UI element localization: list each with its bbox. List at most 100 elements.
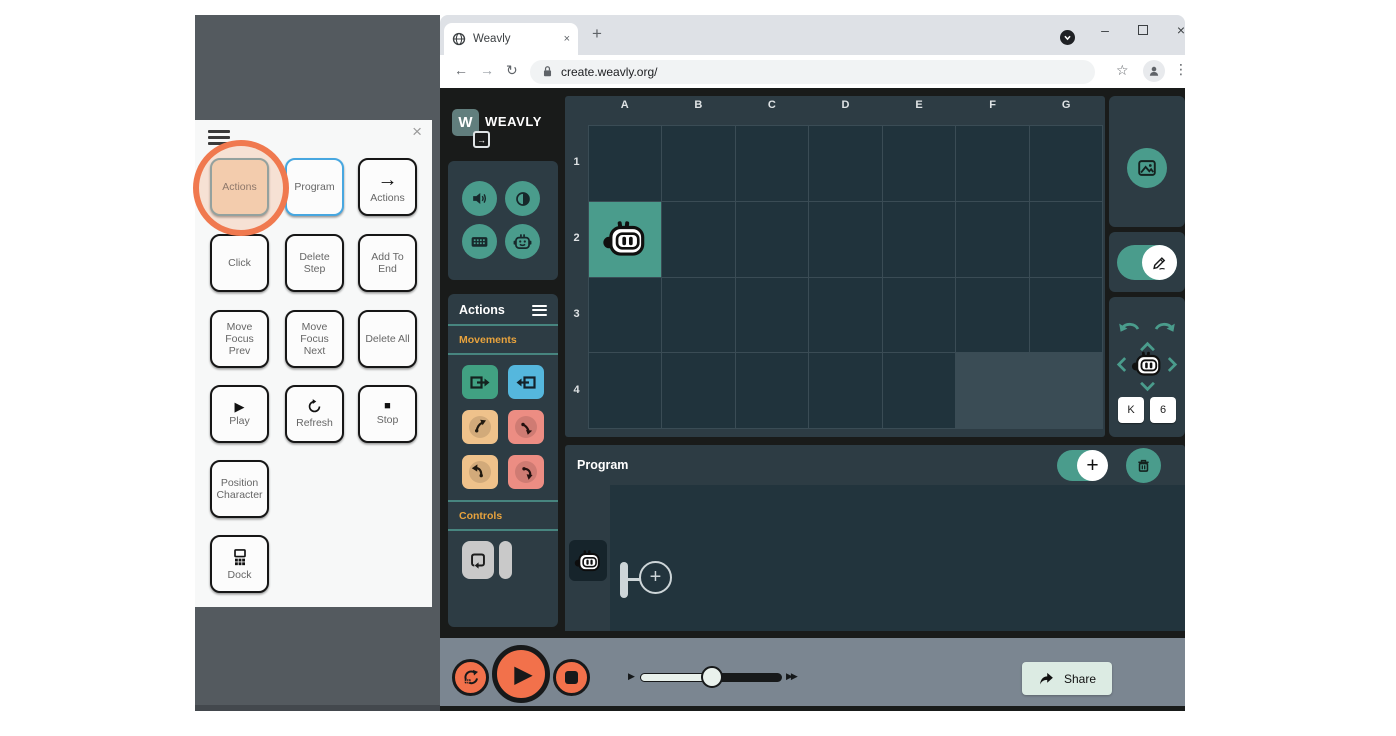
reload-icon[interactable]: ↻ <box>506 62 518 79</box>
column-label-e: E <box>915 99 923 111</box>
move-left-chevron[interactable] <box>1116 356 1127 373</box>
row-label-3: 3 <box>573 308 580 320</box>
turn-left-45-block[interactable] <box>462 410 498 444</box>
grid-cell-character[interactable] <box>589 201 662 277</box>
overlay-delete-step-button[interactable]: Delete Step <box>285 234 344 292</box>
overlay-go-to-actions-label: Actions <box>370 191 405 204</box>
bookmark-star-icon[interactable]: ☆ <box>1116 62 1129 79</box>
forward-block[interactable] <box>462 365 498 399</box>
grid-cell <box>662 126 735 201</box>
turn-left-90-block[interactable] <box>462 455 498 489</box>
new-tab-button[interactable]: + <box>592 24 602 44</box>
grid-column-labels: A B C D E F G <box>588 99 1103 111</box>
draw-path-toggle[interactable] <box>1117 245 1177 280</box>
accessibility-overlay-panel: × Actions Program → Actions Click Delete… <box>195 120 432 607</box>
overlay-delete-step-label: Delete Step <box>299 250 330 275</box>
stop-program-button[interactable] <box>553 659 590 696</box>
overlay-stop-button[interactable]: ■ Stop <box>358 385 417 443</box>
move-right-chevron[interactable] <box>1167 356 1178 373</box>
play-icon: ▶ <box>234 399 245 415</box>
overlay-position-character-button[interactable]: Position Character <box>210 460 269 518</box>
undo-icon[interactable] <box>1117 320 1141 337</box>
backward-arrow-icon <box>516 376 536 389</box>
speed-slider-thumb[interactable] <box>701 666 723 688</box>
redo-icon[interactable] <box>1153 320 1177 337</box>
program-sequence-area: + <box>565 485 1185 631</box>
overlay-refresh-button[interactable]: Refresh <box>285 385 344 443</box>
overlay-actions-button[interactable]: Actions <box>210 158 269 216</box>
actions-palette-panel: Actions Movements Controls <box>448 294 558 627</box>
grid-cell <box>735 277 809 353</box>
program-start-marker <box>620 562 628 598</box>
window-close-button[interactable]: × <box>1164 15 1185 45</box>
loop-block-start[interactable] <box>462 541 494 579</box>
overlay-position-character-label: Position Character <box>216 476 263 501</box>
robot-thumbnail-icon <box>574 549 600 571</box>
turn-right-90-block[interactable] <box>508 455 544 489</box>
character-position-robot-icon <box>1131 350 1163 378</box>
overlay-move-focus-next-button[interactable]: Move Focus Next <box>285 310 344 368</box>
column-label-g: G <box>1061 99 1071 111</box>
overlay-dock-button[interactable]: Dock <box>210 535 269 593</box>
change-scene-button[interactable] <box>1127 148 1167 188</box>
share-icon <box>1040 672 1053 685</box>
browser-window: Weavly × + – × ← → ↻ create.weavly.org/ <box>440 15 1185 711</box>
grid-cell <box>1029 126 1102 201</box>
position-row-input[interactable]: 6 <box>1150 397 1176 423</box>
address-input[interactable]: create.weavly.org/ <box>530 59 1095 84</box>
overlay-go-to-actions-button[interactable]: → Actions <box>358 158 417 216</box>
trash-icon <box>1138 459 1149 472</box>
window-maximize-button[interactable] <box>1126 15 1160 45</box>
overlay-stop-label: Stop <box>376 414 399 427</box>
weavly-logo-text: WEAVLY <box>485 114 543 129</box>
overlay-menu-icon[interactable] <box>208 130 230 145</box>
refresh-scene-button[interactable] <box>452 659 489 696</box>
grid-cell <box>882 353 956 428</box>
overlay-play-button[interactable]: ▶ Play <box>210 385 269 443</box>
character-position-section: K 6 <box>1109 297 1185 437</box>
actions-panel-menu-icon[interactable] <box>532 304 547 316</box>
chrome-update-icon[interactable] <box>1060 30 1075 45</box>
loop-icon <box>471 553 485 569</box>
move-down-chevron[interactable] <box>1139 381 1156 392</box>
share-button[interactable]: Share <box>1022 662 1112 695</box>
overlay-refresh-label: Refresh <box>296 417 333 430</box>
contrast-theme-button[interactable] <box>505 181 540 216</box>
tab-close-icon[interactable]: × <box>564 33 570 45</box>
keyboard-shortcuts-button[interactable] <box>462 224 497 259</box>
program-character-thumbnail[interactable] <box>569 540 607 581</box>
profile-avatar[interactable] <box>1143 60 1165 82</box>
turn-right-45-block[interactable] <box>508 410 544 444</box>
loop-block[interactable] <box>448 541 558 579</box>
overlay-click-button[interactable]: Click <box>210 234 269 292</box>
overlay-delete-all-label: Delete All <box>365 332 410 345</box>
row-label-1: 1 <box>573 156 580 168</box>
back-icon[interactable]: ← <box>454 62 468 78</box>
add-step-button[interactable]: + <box>639 561 672 594</box>
character-picker-button[interactable] <box>505 224 540 259</box>
browser-menu-icon[interactable]: ⋮ <box>1174 61 1185 78</box>
forward-arrow-icon <box>470 376 490 389</box>
add-node-toggle[interactable]: + <box>1057 450 1108 481</box>
keyboard-icon <box>471 237 488 247</box>
audio-feedback-button[interactable] <box>462 181 497 216</box>
overlay-delete-all-button[interactable]: Delete All <box>358 310 417 368</box>
overlay-program-button[interactable]: Program <box>285 158 344 216</box>
turn-right-90-icon <box>522 467 533 480</box>
overlay-move-focus-next-label: Move Focus Next <box>300 320 329 358</box>
delete-all-steps-button[interactable] <box>1126 448 1161 483</box>
backward-block[interactable] <box>508 365 544 399</box>
overlay-move-focus-prev-button[interactable]: Move Focus Prev <box>210 310 269 368</box>
world-grid-panel: A B C D E F G 1 2 3 4 <box>565 96 1105 437</box>
position-column-input[interactable]: K <box>1118 397 1144 423</box>
window-minimize-button[interactable]: – <box>1088 15 1122 45</box>
column-label-d: D <box>841 99 850 111</box>
overlay-close-icon[interactable]: × <box>412 122 422 142</box>
browser-tab-weavly[interactable]: Weavly × <box>444 23 578 55</box>
loop-block-end[interactable] <box>499 541 512 579</box>
overlay-add-to-end-button[interactable]: Add To End <box>358 234 417 292</box>
movements-section-label: Movements <box>459 334 517 346</box>
program-header: Program + <box>565 445 1185 485</box>
forward-icon[interactable]: → <box>480 62 494 78</box>
play-program-button[interactable]: ▶ <box>492 645 550 703</box>
